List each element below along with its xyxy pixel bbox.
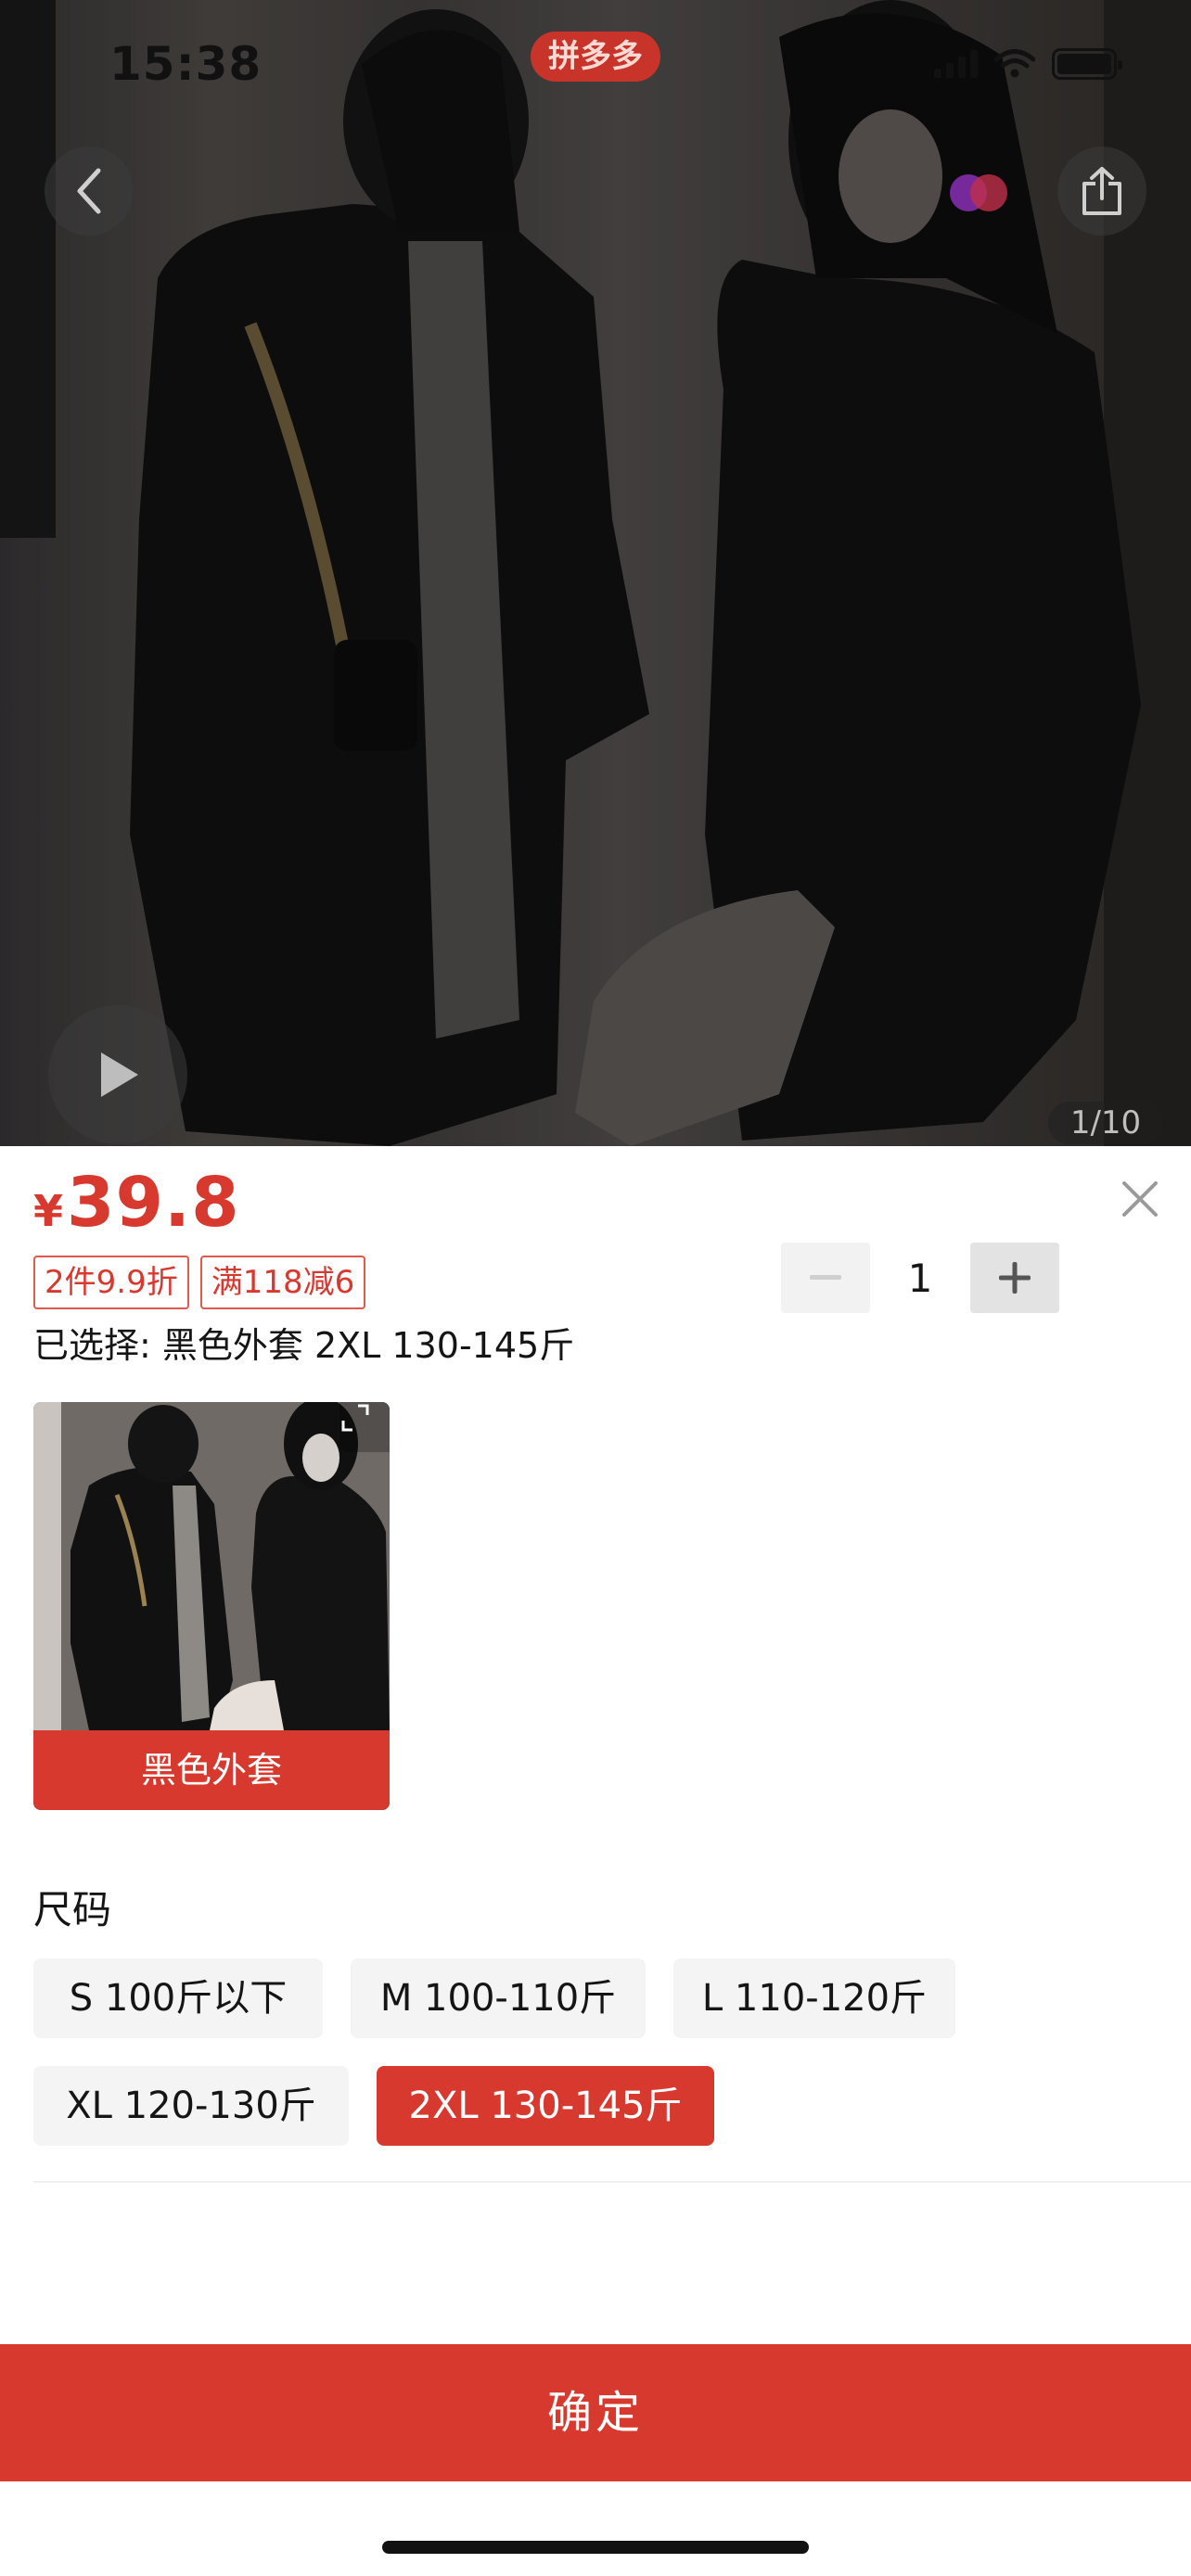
price-value: 39.8 bbox=[67, 1163, 240, 1243]
product-image-gallery[interactable]: 15:38 拼多多 1/10 bbox=[0, 0, 1191, 1146]
status-time: 15:38 bbox=[109, 37, 263, 91]
decrease-quantity-button[interactable] bbox=[781, 1243, 870, 1313]
image-dim-overlay bbox=[0, 0, 1191, 1146]
home-indicator bbox=[382, 2541, 809, 2554]
expand-arrows-icon bbox=[341, 1404, 369, 1432]
play-video-button[interactable] bbox=[48, 1005, 187, 1144]
cellular-signal-icon bbox=[934, 50, 978, 78]
size-option-xl[interactable]: XL 120-130斤 bbox=[33, 2066, 349, 2146]
divider bbox=[33, 2181, 1191, 2183]
close-icon[interactable] bbox=[1117, 1176, 1163, 1222]
app-badge: 拼多多 bbox=[531, 32, 660, 82]
currency-symbol: ¥ bbox=[33, 1186, 64, 1236]
battery-icon bbox=[1052, 48, 1122, 80]
price: ¥ 39.8 bbox=[33, 1163, 240, 1243]
quantity-value[interactable]: 1 bbox=[870, 1256, 970, 1301]
selected-spec-text: 已选择: 黑色外套 2XL 130-145斤 bbox=[33, 1325, 575, 1366]
back-button[interactable] bbox=[45, 147, 134, 236]
back-icon bbox=[77, 168, 101, 214]
promo-tag: 2件9.9折 bbox=[33, 1256, 189, 1309]
promo-tags: 2件9.9折 满118减6 bbox=[33, 1256, 366, 1309]
sku-selection-sheet: ¥ 39.8 2件9.9折 满118减6 1 已选择: 黑色外套 2XL 130… bbox=[0, 1146, 1191, 2576]
size-option-m[interactable]: M 100-110斤 bbox=[351, 1958, 646, 2038]
color-option-thumbnail bbox=[33, 1402, 390, 1730]
image-counter: 1/10 bbox=[1048, 1102, 1163, 1144]
increase-quantity-button[interactable] bbox=[970, 1243, 1059, 1313]
color-option-label: 黑色外套 bbox=[33, 1730, 390, 1810]
share-icon bbox=[1082, 167, 1121, 215]
share-button[interactable] bbox=[1057, 147, 1146, 236]
confirm-button[interactable]: 确定 bbox=[0, 2344, 1191, 2481]
size-section-title: 尺码 bbox=[33, 1887, 112, 1932]
play-icon bbox=[101, 1052, 138, 1097]
promo-tag: 满118减6 bbox=[199, 1256, 366, 1309]
expand-icon[interactable] bbox=[339, 1402, 390, 1452]
favorite-icon[interactable] bbox=[946, 165, 1011, 221]
quantity-stepper: 1 bbox=[781, 1243, 1059, 1313]
plus-icon bbox=[999, 1262, 1031, 1294]
status-icons bbox=[934, 48, 1122, 80]
size-option-2xl[interactable]: 2XL 130-145斤 bbox=[377, 2066, 714, 2146]
size-option-s[interactable]: S 100斤以下 bbox=[33, 1958, 323, 2038]
wifi-icon bbox=[994, 49, 1035, 78]
color-option-black-coat[interactable]: 黑色外套 bbox=[33, 1402, 390, 1810]
size-option-l[interactable]: L 110-120斤 bbox=[673, 1958, 955, 2038]
minus-icon bbox=[810, 1275, 841, 1280]
